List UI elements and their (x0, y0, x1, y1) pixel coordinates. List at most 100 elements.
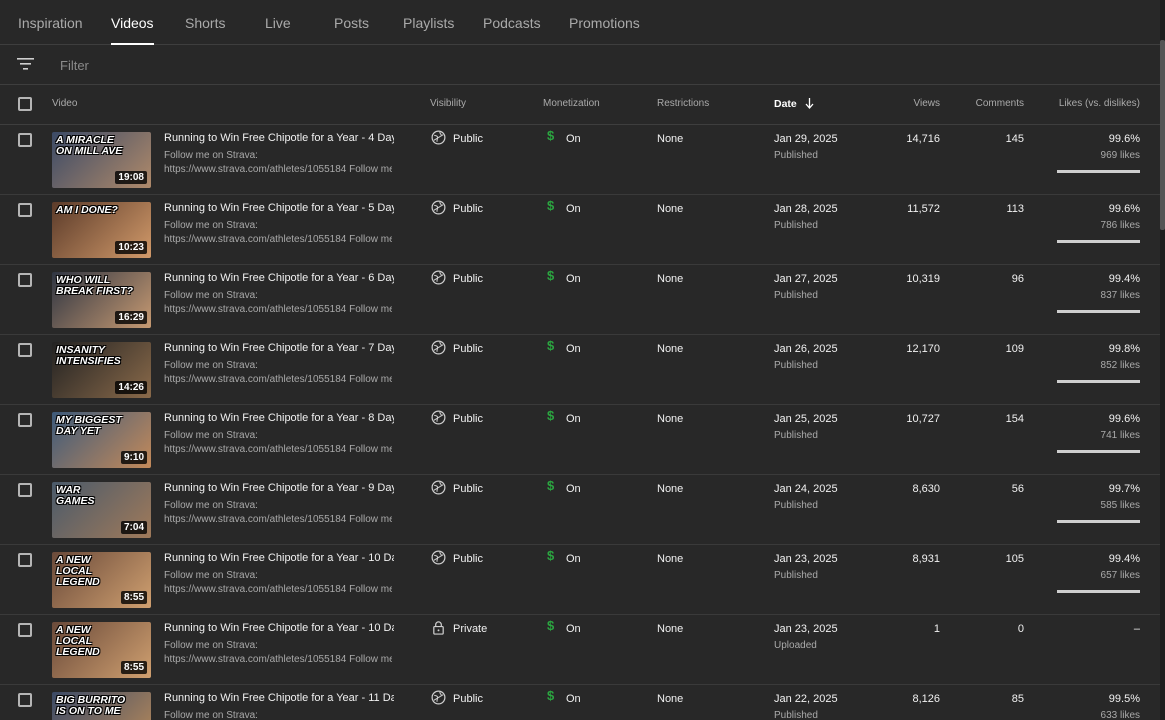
likes-percentage: 99.7% (1108, 483, 1140, 495)
likes-percentage: 99.8% (1108, 343, 1140, 355)
video-title[interactable]: Running to Win Free Chipotle for a Year … (164, 482, 394, 494)
public-icon[interactable] (431, 130, 446, 145)
video-thumbnail[interactable]: AM I DONE? 10:23 (52, 202, 151, 258)
video-title[interactable]: Running to Win Free Chipotle for a Year … (164, 342, 394, 354)
video-title[interactable]: Running to Win Free Chipotle for a Year … (164, 622, 394, 634)
row-checkbox[interactable] (18, 553, 32, 567)
video-thumbnail[interactable]: BIG BURRITO IS ON TO ME (52, 692, 151, 720)
scrollbar[interactable] (1160, 0, 1165, 720)
monetization-value[interactable]: On (566, 553, 581, 565)
tab-videos[interactable]: Videos (111, 0, 154, 45)
monetization-value[interactable]: On (566, 203, 581, 215)
video-title[interactable]: Running to Win Free Chipotle for a Year … (164, 202, 394, 214)
monetization-value[interactable]: On (566, 133, 581, 145)
video-status: Published (774, 500, 818, 511)
likes-percentage: 99.6% (1108, 413, 1140, 425)
public-icon[interactable] (431, 550, 446, 565)
table-row: A NEW LOCAL LEGEND 8:55 Running to Win F… (0, 615, 1160, 685)
row-checkbox[interactable] (18, 623, 32, 637)
row-checkbox[interactable] (18, 343, 32, 357)
visibility-value[interactable]: Public (453, 133, 483, 145)
visibility-value[interactable]: Public (453, 273, 483, 285)
column-header-comments[interactable]: Comments (976, 98, 1024, 109)
monetization-value[interactable]: On (566, 343, 581, 355)
video-thumbnail[interactable]: A NEW LOCAL LEGEND 8:55 (52, 622, 151, 678)
tab-podcasts[interactable]: Podcasts (483, 0, 541, 45)
row-checkbox[interactable] (18, 133, 32, 147)
video-duration: 7:04 (120, 521, 147, 534)
visibility-value[interactable]: Public (453, 343, 483, 355)
likes-percentage: – (1133, 623, 1140, 635)
video-date: Jan 23, 2025 (774, 623, 838, 635)
row-checkbox[interactable] (18, 273, 32, 287)
video-title[interactable]: Running to Win Free Chipotle for a Year … (164, 132, 394, 144)
row-checkbox[interactable] (18, 203, 32, 217)
row-checkbox[interactable] (18, 413, 32, 427)
video-thumbnail[interactable]: WAR GAMES 7:04 (52, 482, 151, 538)
dollar-icon: $ (547, 198, 555, 213)
thumbnail-text: WHO WILL BREAK FIRST? (56, 274, 133, 297)
video-title[interactable]: Running to Win Free Chipotle for a Year … (164, 272, 394, 284)
filter-input[interactable] (60, 54, 360, 76)
column-header-visibility: Visibility (430, 98, 466, 109)
tab-posts[interactable]: Posts (334, 0, 369, 45)
row-checkbox[interactable] (18, 693, 32, 707)
video-title[interactable]: Running to Win Free Chipotle for a Year … (164, 552, 394, 564)
column-header-date-label: Date (774, 98, 797, 110)
column-header-views[interactable]: Views (914, 98, 941, 109)
public-icon[interactable] (431, 270, 446, 285)
visibility-value[interactable]: Public (453, 553, 483, 565)
scrollbar-thumb[interactable] (1160, 40, 1165, 230)
visibility-value[interactable]: Private (453, 623, 487, 635)
tab-live[interactable]: Live (265, 0, 291, 45)
select-all-checkbox[interactable] (18, 97, 32, 111)
likes-ratio-fill (1057, 520, 1140, 523)
restrictions-value: None (657, 203, 684, 215)
public-icon[interactable] (431, 200, 446, 215)
public-icon[interactable] (431, 690, 446, 705)
lock-icon[interactable] (431, 620, 446, 635)
tab-playlists[interactable]: Playlists (403, 0, 454, 45)
likes-ratio-bar (1057, 520, 1140, 523)
public-icon[interactable] (431, 480, 446, 495)
tab-inspiration[interactable]: Inspiration (18, 0, 83, 45)
monetization-value[interactable]: On (566, 483, 581, 495)
table-row: A MIRACLE ON MILL AVE 19:08 Running to W… (0, 125, 1160, 195)
video-views: 11,572 (907, 203, 940, 215)
visibility-value[interactable]: Public (453, 413, 483, 425)
visibility-value[interactable]: Public (453, 483, 483, 495)
filter-icon[interactable] (17, 57, 34, 71)
video-thumbnail[interactable]: MY BIGGEST DAY YET 9:10 (52, 412, 151, 468)
column-header-likes[interactable]: Likes (vs. dislikes) (1059, 98, 1140, 109)
visibility-value[interactable]: Public (453, 203, 483, 215)
video-thumbnail[interactable]: A NEW LOCAL LEGEND 8:55 (52, 552, 151, 608)
thumbnail-text: A NEW LOCAL LEGEND (56, 624, 100, 658)
video-status: Published (774, 570, 818, 581)
video-description-line1: Follow me on Strava: (164, 290, 258, 301)
video-description-line2: https://www.strava.com/athletes/1055184 … (164, 584, 392, 595)
tab-promotions[interactable]: Promotions (569, 0, 640, 45)
monetization-value[interactable]: On (566, 413, 581, 425)
tab-shorts[interactable]: Shorts (185, 0, 225, 45)
public-icon[interactable] (431, 340, 446, 355)
video-thumbnail[interactable]: WHO WILL BREAK FIRST? 16:29 (52, 272, 151, 328)
video-date: Jan 24, 2025 (774, 483, 838, 495)
video-thumbnail[interactable]: INSANITY INTENSIFIES 14:26 (52, 342, 151, 398)
video-thumbnail[interactable]: A MIRACLE ON MILL AVE 19:08 (52, 132, 151, 188)
row-checkbox[interactable] (18, 483, 32, 497)
likes-ratio-fill (1057, 450, 1140, 453)
thumbnail-text: AM I DONE? (56, 204, 118, 216)
video-views: 10,319 (906, 273, 940, 285)
monetization-value[interactable]: On (566, 623, 581, 635)
likes-count: 741 likes (1100, 430, 1140, 441)
video-title[interactable]: Running to Win Free Chipotle for a Year … (164, 692, 394, 704)
monetization-value[interactable]: On (566, 693, 581, 705)
video-title[interactable]: Running to Win Free Chipotle for a Year … (164, 412, 394, 424)
video-description-line2: https://www.strava.com/athletes/1055184 … (164, 234, 392, 245)
video-date: Jan 25, 2025 (774, 413, 838, 425)
visibility-value[interactable]: Public (453, 693, 483, 705)
likes-percentage: 99.6% (1108, 203, 1140, 215)
monetization-value[interactable]: On (566, 273, 581, 285)
public-icon[interactable] (431, 410, 446, 425)
column-header-date[interactable]: Date (774, 98, 814, 110)
